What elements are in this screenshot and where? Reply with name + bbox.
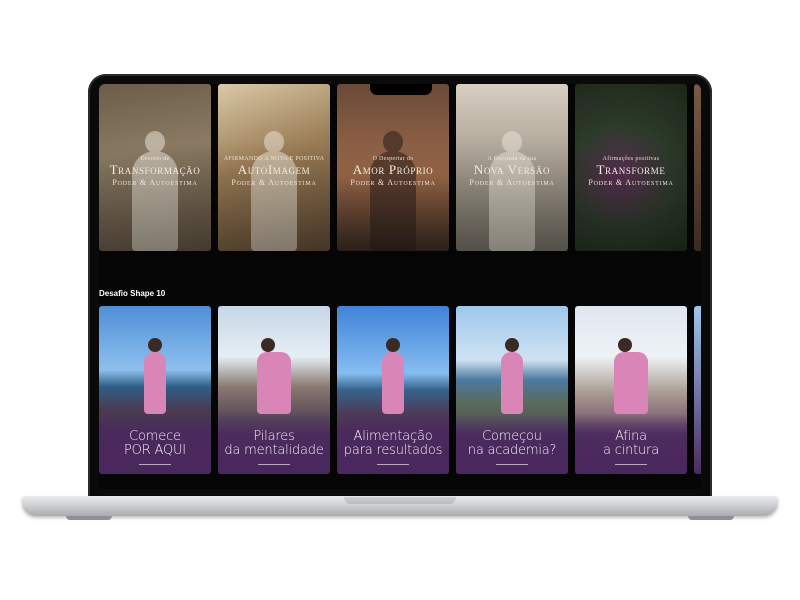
divider [496,464,528,465]
course-card-partial[interactable] [694,84,701,251]
card-title: Transformação [109,162,201,177]
figure-illustration [144,338,166,414]
card-pretitle: A Escolada da sua [487,156,537,162]
lesson-title-line1: Alimentação [353,429,433,444]
card-subtitle: Poder & Autoestima [231,178,317,187]
carousel-affirmations: Decreto de Transformação Poder & Autoest… [99,84,701,251]
card-pretitle: Decreto de [140,156,170,162]
figure-illustration [257,338,291,414]
card-pretitle: AFIRMANDO A NOVA E POSITIVA [223,156,325,162]
camera-notch [370,84,432,95]
laptop-foot [688,516,734,520]
divider [377,464,409,465]
course-card[interactable]: O Despertar do Amor Próprio Poder & Auto… [337,84,449,251]
card-subtitle: Poder & Autoestima [350,178,436,187]
lesson-title-line2: da mentalidade [224,443,324,458]
lesson-card[interactable]: Começou na academia? [456,306,568,474]
lesson-title-line1: Começou [482,429,542,444]
lesson-title-line1: Pilares [253,429,295,444]
lesson-card[interactable]: Comece POR AQUI [99,306,211,474]
figure-illustration [614,338,648,414]
lesson-title-line2: na academia? [467,443,557,458]
carousel-desafio: Comece POR AQUI Pilares da mentalidade A… [99,306,701,474]
figure-illustration [501,338,523,414]
card-subtitle: Poder & Autoestima [112,178,198,187]
lesson-card[interactable]: Alimentação para resultados [337,306,449,474]
lesson-card-partial[interactable] [694,306,701,474]
laptop-lip [344,497,456,504]
card-title: AutoImagem [237,162,311,177]
divider [139,464,171,465]
card-pretitle: O Despertar do [372,156,414,162]
lesson-title-line2: para resultados [343,443,443,458]
card-subtitle: Poder & Autoestima [588,178,674,187]
divider [615,464,647,465]
figure-illustration [382,338,404,414]
lesson-title-line1: Afina [615,429,647,444]
divider [258,464,290,465]
lesson-card[interactable]: Afina a cintura [575,306,687,474]
lesson-card[interactable]: Pilares da mentalidade [218,306,330,474]
app-screen: Decreto de Transformação Poder & Autoest… [99,84,701,489]
course-card[interactable]: AFIRMANDO A NOVA E POSITIVA AutoImagem P… [218,84,330,251]
laptop-foot [66,516,112,520]
lesson-title-line2: POR AQUI [124,443,186,458]
course-card[interactable]: Afirmações positivas Transforme Poder & … [575,84,687,251]
section-title: Desafio Shape 10 [99,289,166,298]
lesson-title-line2: a cintura [603,443,659,458]
card-subtitle: Poder & Autoestima [469,178,555,187]
course-card[interactable]: Decreto de Transformação Poder & Autoest… [99,84,211,251]
card-pretitle: Afirmações positivas [602,156,660,162]
lesson-title-line1: Comece [129,429,181,444]
card-title: Nova Versão [473,162,551,177]
card-title: Amor Próprio [352,162,434,177]
course-card[interactable]: A Escolada da sua Nova Versão Poder & Au… [456,84,568,251]
card-title: Transforme [596,162,666,177]
